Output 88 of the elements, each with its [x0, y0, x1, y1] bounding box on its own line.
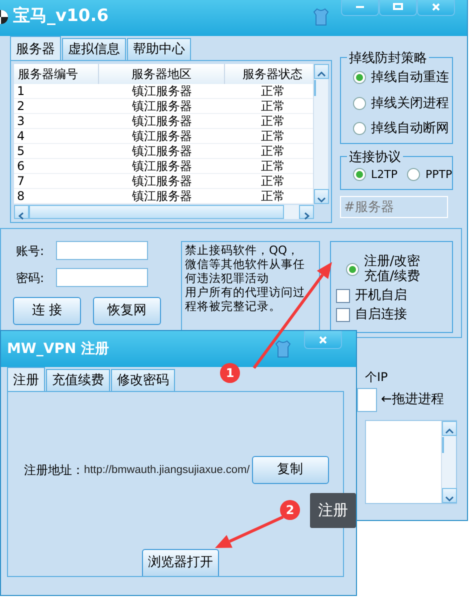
radio-button[interactable]: [407, 168, 420, 182]
table-cell-text: 正常: [260, 114, 286, 128]
option-label: 掉线关闭进程: [371, 94, 449, 112]
drag-hint: ←拖进进程: [381, 391, 444, 410]
column-header[interactable]: 服务器地区: [99, 64, 225, 84]
tab[interactable]: 充值续费: [46, 368, 110, 391]
tab[interactable]: 服务器: [10, 36, 61, 60]
radio-button[interactable]: [353, 96, 366, 110]
action-button[interactable]: 恢复网: [93, 297, 161, 325]
close-icon: [317, 336, 329, 344]
radio-button[interactable]: [353, 71, 366, 84]
table-cell-text: 7: [16, 174, 26, 188]
scroll-right-button[interactable]: [299, 205, 314, 219]
table-cell-text: 镇江服务器: [131, 144, 193, 158]
text-field[interactable]: [357, 388, 377, 412]
scroll-down-button[interactable]: [314, 189, 329, 204]
text-field[interactable]: [56, 241, 148, 260]
url-text: http://bmwauth.jiangsujiaxue.com/: [84, 462, 250, 478]
tab[interactable]: 注册: [7, 366, 45, 391]
table-cell-text: 正常: [260, 174, 286, 188]
option-label: 注册/改密: [364, 254, 420, 269]
table-cell-text: 镇江服务器: [131, 189, 193, 203]
table-cell-text: 6: [16, 159, 26, 173]
radio-button[interactable]: [346, 262, 359, 276]
scrollbar-thumb[interactable]: [442, 437, 444, 453]
table-cell-text: 镇江服务器: [131, 84, 193, 98]
annotation-arrow: [215, 516, 284, 548]
radio-button[interactable]: [353, 122, 366, 136]
maximize-button[interactable]: [379, 0, 417, 16]
table-cell-text: 3: [16, 114, 26, 128]
option-label: PPTP: [425, 166, 452, 182]
table-cell-text: 正常: [260, 99, 286, 113]
table-cell-text: 正常: [260, 144, 286, 158]
text-field[interactable]: [56, 268, 148, 287]
option-label: 充值/续费: [364, 269, 420, 284]
window-title: 宝马_v10.6: [13, 5, 109, 28]
tooltip: 注册: [310, 493, 356, 528]
field-label: 注册地址：: [24, 462, 84, 479]
close-icon: [430, 2, 442, 10]
table-cell-text: 正常: [260, 129, 286, 143]
tab[interactable]: 帮助中心: [127, 38, 191, 60]
table-cell-text: 5: [16, 144, 26, 158]
scroll-up-button[interactable]: [314, 64, 329, 79]
close-button[interactable]: [417, 0, 455, 16]
table-cell-text: 4: [16, 129, 26, 143]
column-header[interactable]: 服务器状态: [225, 64, 313, 84]
scroll-up-button[interactable]: [442, 421, 457, 436]
field-label: 账号:: [16, 242, 44, 260]
close-button[interactable]: [304, 331, 342, 349]
server-field[interactable]: #服务器: [340, 196, 448, 218]
radio-button[interactable]: [353, 168, 366, 182]
window-title: MW_VPN 注册: [6, 340, 110, 358]
table-cell-text: 正常: [260, 189, 286, 203]
scroll-down-button[interactable]: [442, 488, 457, 503]
notice-text: 用户所有的代理访问过程将被完整记录。: [185, 285, 306, 313]
table-cell-text: 镇江服务器: [131, 159, 193, 173]
maximize-icon: [392, 2, 404, 10]
ip-label: 个IP: [365, 369, 389, 386]
option-label: 掉线自动断网: [371, 120, 449, 138]
table-cell-text: 1: [16, 84, 26, 98]
table-cell-text: 镇江服务器: [131, 174, 193, 188]
option-label: L2TP: [371, 166, 398, 182]
table-cell-text: 正常: [260, 159, 286, 173]
table-cell-text: 正常: [260, 84, 286, 98]
tab[interactable]: 修改密码: [111, 368, 175, 391]
table-cell-text: 镇江服务器: [131, 129, 193, 143]
checkbox[interactable]: [336, 288, 350, 302]
option-label: 掉线自动重连: [371, 69, 449, 87]
table-cell-text: 镇江服务器: [131, 99, 193, 113]
column-header[interactable]: 服务器编号: [14, 64, 99, 84]
scrollbar-thumb[interactable]: [314, 80, 316, 96]
copy-button[interactable]: 复制: [252, 456, 329, 484]
option-label: 自启连接: [354, 307, 407, 322]
table-cell-text: 8: [16, 189, 26, 203]
tab[interactable]: 虚拟信息: [62, 38, 126, 60]
field-label: 密码:: [16, 270, 44, 286]
scroll-left-button[interactable]: [14, 205, 29, 219]
scrollbar-thumb[interactable]: [29, 205, 284, 219]
table-cell-text: 2: [16, 99, 26, 113]
table-cell-text: 镇江服务器: [131, 114, 193, 128]
shirt-icon[interactable]: [275, 340, 291, 358]
minimize-button[interactable]: [341, 0, 379, 16]
notice-text: 禁止接码软件，QQ，微信等其他软件从事任何违法犯罪活动: [185, 243, 306, 285]
open-browser-button[interactable]: 浏览器打开: [142, 549, 219, 576]
shirt-icon[interactable]: [313, 8, 329, 26]
checkbox[interactable]: [336, 308, 350, 322]
option-label: 开机自启: [354, 288, 407, 303]
action-button[interactable]: 连 接: [13, 297, 81, 325]
